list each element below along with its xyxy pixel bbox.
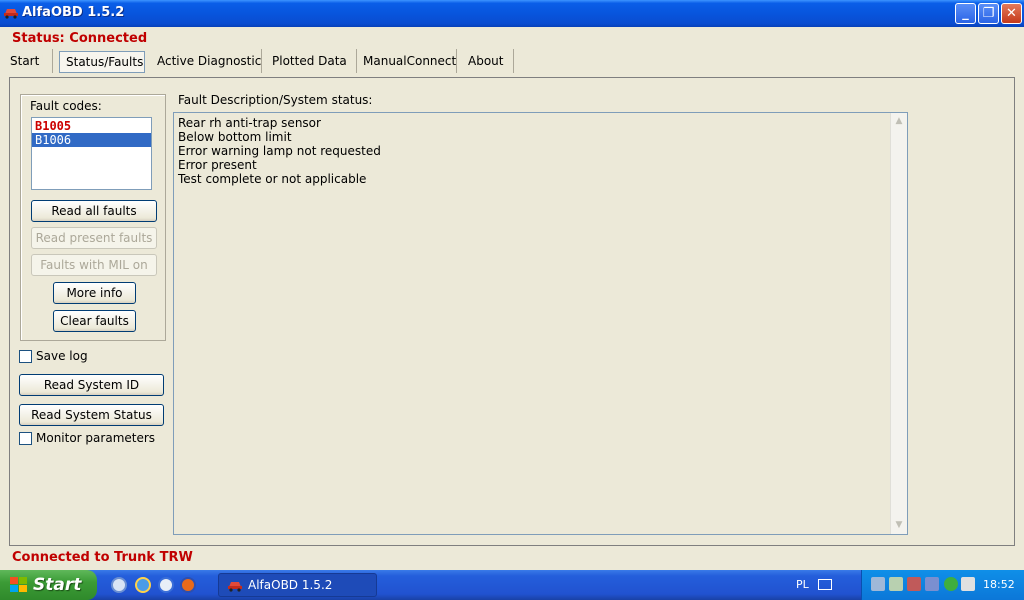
start-label: Start <box>33 575 82 595</box>
read-present-faults-button[interactable]: Read present faults <box>31 227 157 249</box>
description-line: Rear rh anti-trap sensor <box>178 116 321 130</box>
fault-description-textbox[interactable]: Rear rh anti-trap sensor Below bottom li… <box>173 112 908 535</box>
keyboard-icon[interactable] <box>818 579 832 590</box>
fault-codes-group: Fault codes: B1005 B1006 Read all faults… <box>20 94 166 341</box>
quicklaunch-firefox-icon[interactable] <box>180 577 196 593</box>
app-window: Status: Connected Start Status/Faults Ac… <box>0 27 1024 570</box>
tab-plotted-data[interactable]: Plotted Data <box>266 49 357 73</box>
read-system-id-button[interactable]: Read System ID <box>19 374 164 396</box>
save-log-label: Save log <box>36 349 88 363</box>
close-button[interactable]: ✕ <box>1001 3 1022 24</box>
description-line: Error present <box>178 158 257 172</box>
car-icon <box>228 582 242 592</box>
save-log-checkbox[interactable] <box>19 350 32 363</box>
network-icon[interactable] <box>871 577 885 591</box>
network-disconnected-icon[interactable] <box>925 577 939 591</box>
restore-button[interactable]: ❐ <box>978 3 999 24</box>
read-all-faults-button[interactable]: Read all faults <box>31 200 157 222</box>
description-lines: Rear rh anti-trap sensor Below bottom li… <box>178 116 381 186</box>
footer-status: Connected to Trunk TRW <box>12 550 193 565</box>
vertical-scrollbar[interactable]: ▲ ▼ <box>890 113 907 534</box>
taskbar: Start AlfaOBD 1.5.2 PL 18:52 <box>0 570 1024 600</box>
description-label: Fault Description/System status: <box>178 93 373 107</box>
list-item[interactable]: B1005 <box>32 119 151 133</box>
fault-codes-list[interactable]: B1005 B1006 <box>31 117 152 190</box>
list-item[interactable]: B1006 <box>32 133 151 147</box>
system-tray: 18:52 <box>861 570 1024 600</box>
quicklaunch-desktop-icon[interactable] <box>111 577 127 593</box>
read-system-status-button[interactable]: Read System Status <box>19 404 164 426</box>
minimize-button[interactable]: _ <box>955 3 976 24</box>
faults-with-mil-on-button[interactable]: Faults with MIL on <box>31 254 157 276</box>
tab-about[interactable]: About <box>462 49 514 73</box>
scroll-up-icon[interactable]: ▲ <box>891 113 907 130</box>
connection-icon[interactable] <box>907 577 921 591</box>
title-bar: AlfaOBD 1.5.2 _ ❐ ✕ <box>0 0 1024 27</box>
clock[interactable]: 18:52 <box>983 578 1015 591</box>
tab-manualconnect[interactable]: ManualConnect <box>357 49 457 73</box>
security-icon[interactable] <box>961 577 975 591</box>
scroll-down-icon[interactable]: ▼ <box>891 517 907 534</box>
car-icon <box>4 9 18 19</box>
monitor-parameters-label: Monitor parameters <box>36 431 156 445</box>
language-indicator[interactable]: PL <box>796 578 809 591</box>
description-line: Error warning lamp not requested <box>178 144 381 158</box>
tab-active-diagnostic[interactable]: Active Diagnostic <box>151 49 262 73</box>
clear-faults-button[interactable]: Clear faults <box>53 310 136 332</box>
close-icon: ✕ <box>1006 6 1017 21</box>
windows-flag-icon <box>10 577 27 592</box>
more-info-button[interactable]: More info <box>53 282 136 304</box>
tab-start[interactable]: Start <box>4 49 53 73</box>
taskbar-app-label: AlfaOBD 1.5.2 <box>248 578 333 592</box>
connection-status: Status: Connected <box>12 31 148 46</box>
fault-codes-label: Fault codes: <box>30 99 102 113</box>
description-line: Below bottom limit <box>178 130 292 144</box>
quicklaunch-media-icon[interactable] <box>158 577 174 593</box>
quicklaunch-ie-icon[interactable] <box>135 577 151 593</box>
window-title: AlfaOBD 1.5.2 <box>22 5 125 20</box>
restore-icon: ❐ <box>982 6 995 21</box>
monitor-parameters-checkbox[interactable] <box>19 432 32 445</box>
status-icon[interactable] <box>944 577 958 591</box>
taskbar-app-button[interactable]: AlfaOBD 1.5.2 <box>218 573 377 597</box>
start-button[interactable]: Start <box>0 570 97 600</box>
status-faults-panel: Fault codes: B1005 B1006 Read all faults… <box>9 77 1015 546</box>
tab-status-faults[interactable]: Status/Faults <box>59 51 145 73</box>
minimize-icon: _ <box>962 6 969 21</box>
tray-app-icon[interactable] <box>889 577 903 591</box>
description-line: Test complete or not applicable <box>178 172 367 186</box>
